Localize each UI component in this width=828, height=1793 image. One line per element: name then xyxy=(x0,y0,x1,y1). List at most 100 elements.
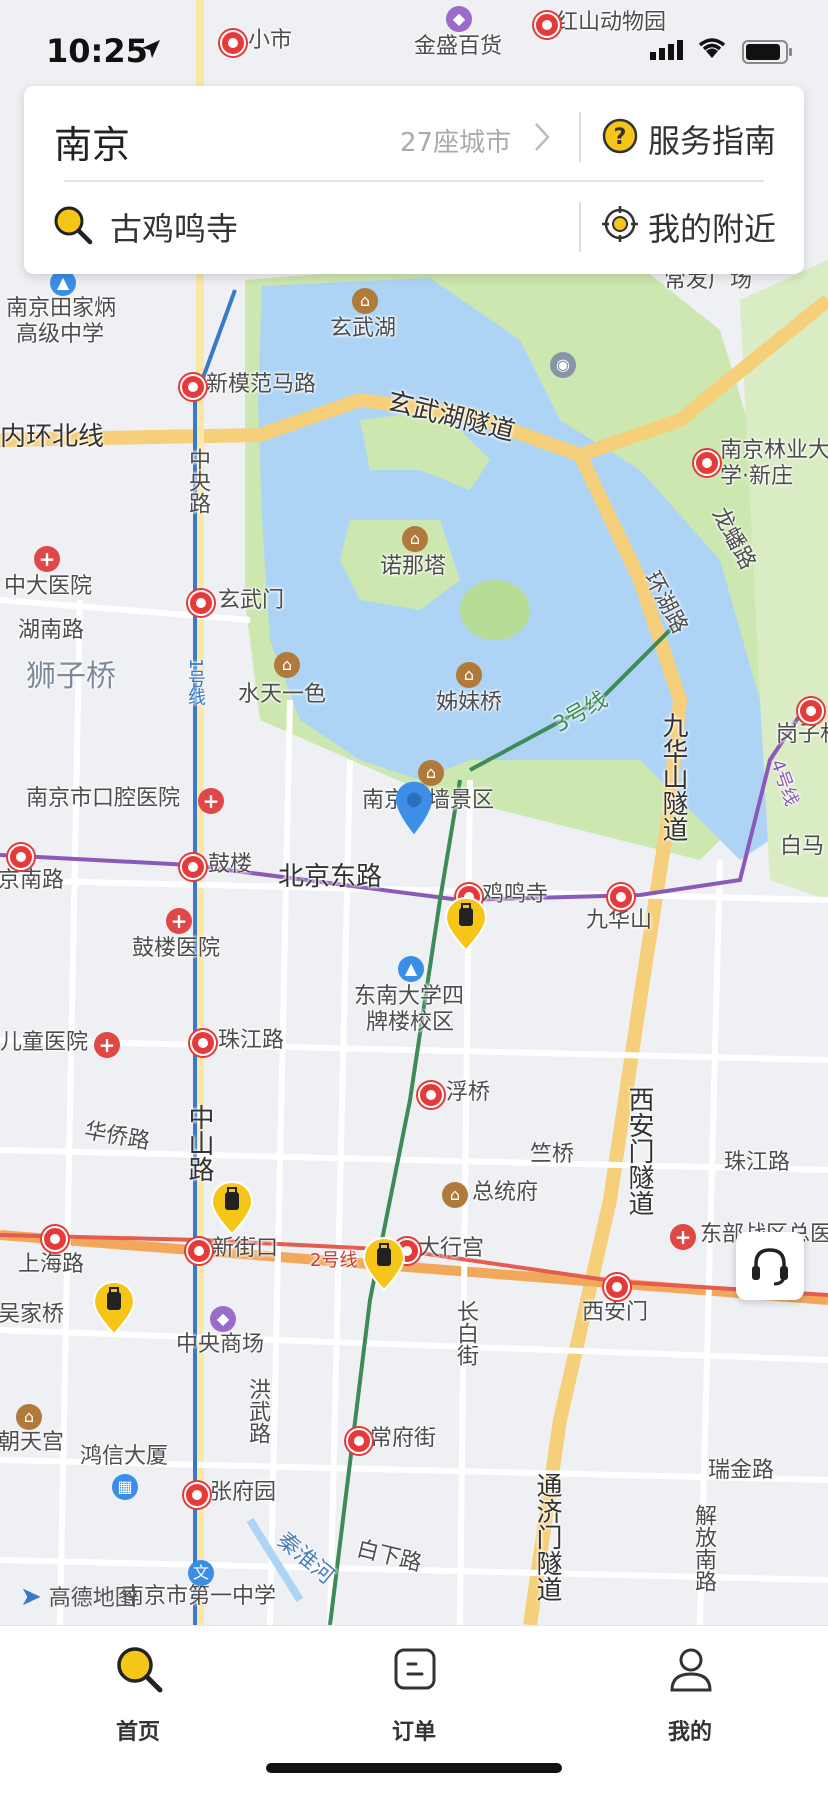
label-dongnan: 东南大学四 xyxy=(354,984,465,1009)
label-zhuqiao: 竺桥 xyxy=(530,1142,575,1167)
label-changbai: 长白街 xyxy=(453,1300,478,1366)
chevron-right-icon[interactable] xyxy=(534,122,550,152)
metro-station-icon xyxy=(694,450,720,476)
label-xianmen-tunnel: 西安门隧道 xyxy=(624,1086,654,1216)
hospital-icon: + xyxy=(198,788,224,814)
label-linye: 南京林业大 xyxy=(720,438,828,463)
home-indicator[interactable] xyxy=(266,1763,562,1773)
luggage-storage-marker-icon[interactable] xyxy=(444,896,488,952)
label-shizi: 狮子桥 xyxy=(26,659,116,694)
landmark-icon: ⌂ xyxy=(456,662,482,688)
search-icon xyxy=(117,1647,163,1693)
wifi-icon xyxy=(698,38,726,58)
label-zhongyang: 中央路 xyxy=(185,448,210,514)
help-icon[interactable]: ? xyxy=(602,118,638,154)
city-selector[interactable]: 南京 xyxy=(54,114,130,169)
tab-label: 我的 xyxy=(667,1720,712,1745)
label-neihuan: 内环北线 xyxy=(0,422,105,452)
divider xyxy=(579,202,581,252)
divider xyxy=(64,180,764,182)
landmark-icon: ⌂ xyxy=(352,288,378,314)
search-input[interactable]: 古鸡鸣寺 xyxy=(110,204,238,250)
map-logo-text: 高德地图 xyxy=(48,1586,137,1611)
landmark-icon: ⌂ xyxy=(402,526,428,552)
tab-label: 首页 xyxy=(115,1720,160,1745)
metro-station-icon xyxy=(346,1428,372,1454)
customer-service-button[interactable] xyxy=(736,1232,804,1300)
metro-station-icon xyxy=(608,884,634,910)
location-arrow-icon xyxy=(142,40,160,58)
locate-nearby-icon[interactable] xyxy=(602,206,638,242)
label-zimei: 姊妹桥 xyxy=(436,690,503,715)
metro-station-icon xyxy=(184,1482,210,1508)
luggage-storage-marker-icon[interactable] xyxy=(210,1180,254,1236)
label-linye-2: 学·新庄 xyxy=(720,464,793,489)
luggage-storage-marker-icon[interactable] xyxy=(92,1280,136,1336)
label-yizhong: 南京市第一中学 xyxy=(122,1584,277,1609)
landmark-icon: ⌂ xyxy=(442,1182,468,1208)
hospital-icon: + xyxy=(166,908,192,934)
metro-station-icon xyxy=(8,844,34,870)
hospital-icon: + xyxy=(34,546,60,572)
bottom-tab-bar: 首页 订单 我的 xyxy=(0,1625,828,1793)
label-zhujiang-2: 珠江路 xyxy=(724,1150,791,1175)
metro-station-icon xyxy=(190,1030,216,1056)
label-tianjiabing: 南京田家炳 xyxy=(6,296,117,321)
label-chaotian: 朝天宫 xyxy=(0,1430,65,1455)
svg-text:?: ? xyxy=(614,125,627,150)
label-jiefang: 解放南路 xyxy=(691,1504,716,1592)
luggage-storage-marker-icon[interactable] xyxy=(362,1236,406,1292)
service-guide-button[interactable]: 服务指南 xyxy=(648,116,776,162)
label-jiuhuashan: 九华山 xyxy=(586,908,653,933)
user-icon xyxy=(670,1648,712,1692)
search-icon[interactable] xyxy=(52,204,94,246)
label-shuitian: 水天一色 xyxy=(238,682,327,707)
label-ertong: 儿童医院 xyxy=(0,1030,89,1055)
metro-station-icon xyxy=(180,854,206,880)
location-pin-icon[interactable] xyxy=(392,780,436,836)
label-fuqiao: 浮桥 xyxy=(446,1080,491,1105)
label-jiuhuashan-tunnel: 九华山隧道 xyxy=(658,712,688,842)
label-changfu: 常府街 xyxy=(370,1426,437,1451)
metro-station-icon xyxy=(188,590,214,616)
tab-orders[interactable]: 订单 xyxy=(334,1636,494,1745)
map-logo-arrow-icon: ➤ xyxy=(20,1582,42,1612)
label-baima: 白马 xyxy=(780,834,825,859)
headset-icon xyxy=(752,1248,788,1286)
label-shanghai: 上海路 xyxy=(18,1252,85,1277)
label-wujia: 吴家桥 xyxy=(0,1302,65,1327)
label-dongnan-2: 牌楼校区 xyxy=(366,1010,455,1035)
label-hongxin: 鸿信大厦 xyxy=(80,1444,169,1469)
tab-profile[interactable]: 我的 xyxy=(610,1636,770,1745)
label-line1: 1号线 xyxy=(185,658,206,706)
city-count-link[interactable]: 27座城市 xyxy=(400,122,511,159)
metro-station-icon xyxy=(604,1274,630,1300)
label-tongji: 通济门隧道 xyxy=(532,1472,562,1602)
battery-icon xyxy=(742,40,792,64)
label-xuanwumen: 玄武门 xyxy=(218,588,285,613)
map-provider-logo: ➤ 高德地图 xyxy=(20,1580,137,1612)
label-zhongyangshang: 中央商场 xyxy=(176,1332,265,1357)
label-xianmen-station: 西安门 xyxy=(582,1300,649,1325)
label-zhongda: 中大医院 xyxy=(4,574,93,599)
label-tianjiabing-2: 高级中学 xyxy=(16,322,105,347)
label-kouqiang: 南京市口腔医院 xyxy=(26,786,181,811)
label-xuanwuhu: 玄武湖 xyxy=(330,316,397,341)
school-icon: ▲ xyxy=(398,956,424,982)
label-jianan: 京南路 xyxy=(0,868,65,893)
tab-home[interactable]: 首页 xyxy=(58,1636,218,1745)
label-zongtongfu: 总统府 xyxy=(472,1180,539,1205)
label-xinjiekou: 新街口 xyxy=(212,1236,279,1261)
landmark-icon: ⌂ xyxy=(16,1404,42,1430)
tunnel-icon: ◉ xyxy=(550,352,576,378)
status-time: 10:25 xyxy=(46,32,148,70)
culture-icon: 文 xyxy=(188,1560,214,1586)
cellular-signal-icon xyxy=(650,40,683,60)
building-icon: ▦ xyxy=(112,1474,138,1500)
nearby-button[interactable]: 我的附近 xyxy=(648,204,776,250)
hospital-icon: + xyxy=(670,1224,696,1250)
label-gangzi: 岗子村 xyxy=(776,722,828,747)
label-beijingdong: 北京东路 xyxy=(278,862,383,892)
label-daxinggong: 大行宫 xyxy=(418,1236,485,1261)
divider xyxy=(579,112,581,162)
